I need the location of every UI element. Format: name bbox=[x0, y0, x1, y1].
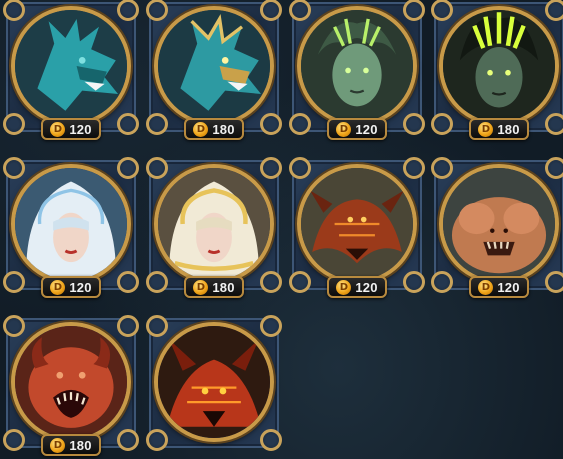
frame-ornament bbox=[431, 271, 453, 293]
frame-ornament bbox=[260, 315, 282, 337]
skin-tile-white-hooded-priestess[interactable]: D 120 bbox=[3, 157, 139, 302]
price-amount: 180 bbox=[497, 121, 520, 137]
frame-ornament bbox=[3, 315, 25, 337]
skin-tile-fire-demon[interactable] bbox=[146, 315, 282, 459]
price-amount: 120 bbox=[69, 279, 92, 295]
frame-ornament bbox=[289, 113, 311, 135]
skin-tile-green-medusa[interactable]: D 120 bbox=[289, 0, 425, 144]
price-tag: D 180 bbox=[184, 276, 244, 298]
dragon-portrait bbox=[154, 6, 274, 126]
frame-ornament bbox=[146, 113, 168, 135]
price-tag: D 120 bbox=[41, 118, 101, 140]
skin-tile-dark-medusa[interactable]: D 180 bbox=[431, 0, 563, 144]
frame-ornament bbox=[146, 315, 168, 337]
frame-ornament bbox=[545, 113, 563, 135]
dragon-portrait bbox=[11, 6, 131, 126]
frame-ornament bbox=[146, 271, 168, 293]
frame-ornament bbox=[431, 0, 453, 21]
frame-ornament bbox=[260, 271, 282, 293]
frame-ornament bbox=[289, 157, 311, 179]
frame-ornament bbox=[260, 429, 282, 451]
gold-coin-icon: D bbox=[478, 121, 494, 137]
priestess-portrait bbox=[11, 164, 131, 284]
gold-coin-icon: D bbox=[50, 279, 66, 295]
frame-ornament bbox=[146, 0, 168, 21]
frame-ornament bbox=[545, 271, 563, 293]
skin-tile-teal-gold-dragon[interactable]: D 180 bbox=[146, 0, 282, 144]
frame-ornament bbox=[146, 429, 168, 451]
price-tag: D 120 bbox=[327, 118, 387, 140]
frame-ornament bbox=[545, 157, 563, 179]
frame-ornament bbox=[117, 0, 139, 21]
gold-coin-icon: D bbox=[478, 279, 494, 295]
frame-ornament bbox=[260, 157, 282, 179]
skin-tile-gold-hooded-priestess[interactable]: D 180 bbox=[146, 157, 282, 302]
gold-coin-icon: D bbox=[336, 121, 352, 137]
price-tag: D 120 bbox=[327, 276, 387, 298]
frame-ornament bbox=[146, 157, 168, 179]
gold-coin-icon: D bbox=[193, 121, 209, 137]
gold-coin-icon: D bbox=[50, 121, 66, 137]
price-tag: D 180 bbox=[41, 434, 101, 456]
gold-coin-icon: D bbox=[193, 279, 209, 295]
frame-ornament bbox=[403, 113, 425, 135]
frame-ornament bbox=[117, 271, 139, 293]
golem-portrait bbox=[439, 164, 559, 284]
skin-tile-flesh-golem[interactable]: D 120 bbox=[431, 157, 563, 302]
skin-tile-lava-beast[interactable]: D 120 bbox=[289, 157, 425, 302]
price-amount: 120 bbox=[355, 121, 378, 137]
priestess-portrait bbox=[154, 164, 274, 284]
skin-selection-grid: D 120 D 180 D 120 D 180 D 120 D 180 D 12… bbox=[0, 0, 563, 459]
price-amount: 180 bbox=[212, 279, 235, 295]
beast-portrait bbox=[297, 164, 417, 284]
frame-ornament bbox=[117, 157, 139, 179]
price-tag: D 180 bbox=[184, 118, 244, 140]
demon-portrait bbox=[154, 322, 274, 442]
price-amount: 120 bbox=[69, 121, 92, 137]
medusa-portrait bbox=[297, 6, 417, 126]
gold-coin-icon: D bbox=[336, 279, 352, 295]
frame-ornament bbox=[403, 0, 425, 21]
price-amount: 180 bbox=[69, 437, 92, 453]
skin-tile-red-fiend[interactable]: D 180 bbox=[3, 315, 139, 459]
price-tag: D 120 bbox=[469, 276, 529, 298]
skin-tile-teal-dragon[interactable]: D 120 bbox=[3, 0, 139, 144]
price-amount: 120 bbox=[355, 279, 378, 295]
frame-ornament bbox=[260, 0, 282, 21]
frame-ornament bbox=[431, 113, 453, 135]
frame-ornament bbox=[289, 0, 311, 21]
frame-ornament bbox=[3, 271, 25, 293]
frame-ornament bbox=[3, 157, 25, 179]
frame-ornament bbox=[117, 113, 139, 135]
frame-ornament bbox=[117, 429, 139, 451]
price-amount: 120 bbox=[497, 279, 520, 295]
frame-ornament bbox=[431, 157, 453, 179]
frame-ornament bbox=[403, 271, 425, 293]
frame-ornament bbox=[289, 271, 311, 293]
price-amount: 180 bbox=[212, 121, 235, 137]
frame-ornament bbox=[3, 113, 25, 135]
frame-ornament bbox=[3, 0, 25, 21]
price-tag: D 180 bbox=[469, 118, 529, 140]
frame-ornament bbox=[117, 315, 139, 337]
frame-ornament bbox=[403, 157, 425, 179]
frame-ornament bbox=[260, 113, 282, 135]
gold-coin-icon: D bbox=[50, 437, 66, 453]
frame-ornament bbox=[545, 0, 563, 21]
frame-ornament bbox=[3, 429, 25, 451]
medusa-portrait bbox=[439, 6, 559, 126]
fiend-portrait bbox=[11, 322, 131, 442]
price-tag: D 120 bbox=[41, 276, 101, 298]
